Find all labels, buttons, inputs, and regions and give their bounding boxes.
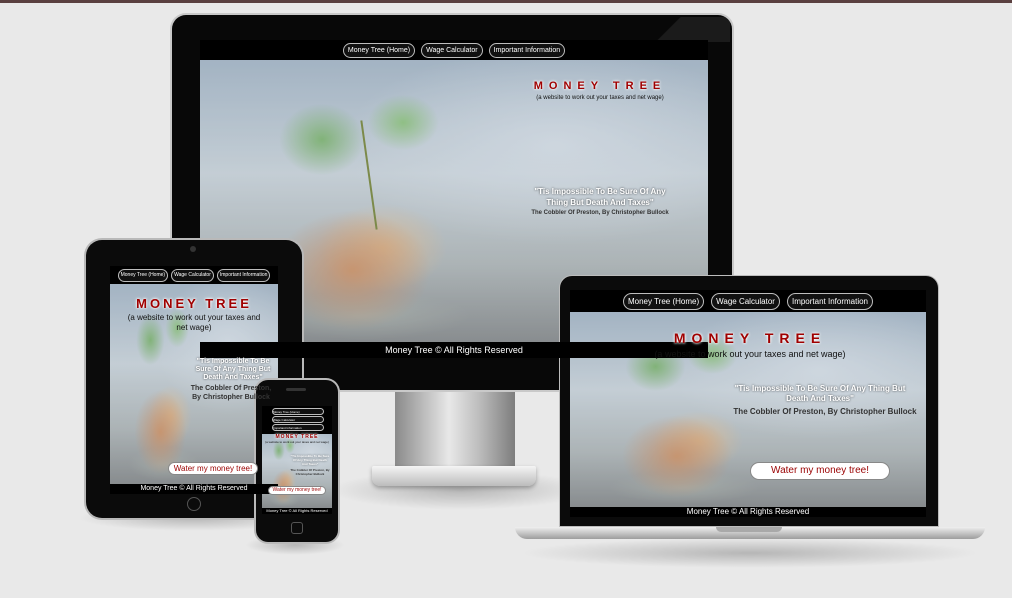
monitor-stand-neck (395, 385, 515, 470)
brand-title: MONEY TREE (673, 330, 827, 346)
nav-home-button[interactable]: Money Tree (Home) (342, 42, 416, 58)
laptop-screen: Money Tree (Home) Wage Calculator Import… (570, 290, 926, 517)
brand-subtitle: (a website to work out your taxes and ne… (127, 313, 261, 332)
nav-wage-calculator-button[interactable]: Wage Calculator (421, 42, 483, 58)
nav-home-button[interactable]: Money Tree (Home) (272, 408, 324, 415)
tax-quote: "Tis Impossible To Be Sure Of Any Thing … (734, 384, 906, 403)
tax-quote: "Tis Impossible To Be Sure Of Any Thing … (290, 454, 330, 466)
brand-block: MONEY TREE (a website to work out your t… (124, 296, 264, 333)
tax-quote: "Tis Impossible To Be Sure Of Any Thing … (195, 358, 271, 381)
phone-speaker (286, 388, 306, 391)
phone-footer: Money Tree © All Rights Reserved (262, 508, 332, 514)
quote-author: The Cobbler Of Preston, By Christopher B… (190, 385, 272, 401)
brand-subtitle: (a website to work out your taxes and ne… (265, 440, 329, 444)
tablet-home-button[interactable] (187, 497, 201, 511)
tablet-screen: Money Tree (Home) Wage Calculator Import… (110, 266, 278, 494)
water-money-tree-button[interactable]: Water my money tree! (268, 486, 326, 495)
brand-block: MONEY TREE (a website to work out your t… (264, 434, 330, 444)
water-money-tree-button[interactable]: Water my money tree! (750, 462, 890, 480)
nav-important-info-button[interactable]: Important Information (216, 268, 271, 282)
brand-title: MONEY TREE (136, 296, 252, 311)
phone-home-button[interactable] (291, 522, 303, 534)
laptop-footer: Money Tree © All Rights Reserved (570, 507, 926, 517)
nav-important-info-button[interactable]: Important Information (786, 292, 874, 310)
brand-block: MONEY TREE (a website to work out your t… (500, 80, 700, 101)
quote-author: The Cobbler Of Preston, By Christopher B… (531, 210, 669, 216)
tablet-nav: Money Tree (Home) Wage Calculator Import… (110, 266, 278, 284)
nav-wage-calculator-button[interactable]: Wage Calculator (171, 268, 214, 282)
nav-important-info-button[interactable]: Important Information (272, 424, 324, 431)
brand-subtitle: (a website to work out your taxes and ne… (536, 95, 664, 101)
brand-title: MONEY TREE (533, 80, 667, 92)
laptop-notch (716, 527, 782, 532)
nav-home-button[interactable]: Money Tree (Home) (117, 268, 169, 282)
brand-block: MONEY TREE (a website to work out your t… (630, 330, 870, 359)
tablet-camera (190, 246, 196, 252)
laptop-nav: Money Tree (Home) Wage Calculator Import… (570, 290, 926, 312)
laptop-shadow (520, 538, 980, 568)
tablet-footer: Money Tree © All Rights Reserved (110, 484, 278, 494)
nav-important-info-button[interactable]: Important Information (488, 42, 566, 58)
phone-screen: Money Tree (Home) Wage Calculator Import… (262, 406, 332, 514)
tax-quote: "Tis Impossible To Be Sure Of Any Thing … (534, 187, 666, 207)
monitor-glare (630, 17, 730, 42)
nav-home-button[interactable]: Money Tree (Home) (622, 292, 705, 310)
desktop-nav: Money Tree (Home) Wage Calculator Import… (200, 40, 708, 60)
nav-wage-calculator-button[interactable]: Wage Calculator (711, 292, 780, 310)
quote-author: The Cobbler Of Preston, By Christopher B… (290, 468, 330, 476)
phone-nav: Money Tree (Home) Wage Calculator Import… (262, 406, 332, 434)
water-money-tree-button[interactable]: Water my money tree! (168, 462, 258, 475)
monitor-stand-base (372, 466, 536, 486)
quote-author: The Cobbler Of Preston, By Christopher B… (733, 407, 917, 416)
nav-wage-calculator-button[interactable]: Wage Calculator (272, 416, 324, 423)
top-border (0, 0, 1012, 3)
brand-subtitle: (a website to work out your taxes and ne… (654, 349, 846, 359)
